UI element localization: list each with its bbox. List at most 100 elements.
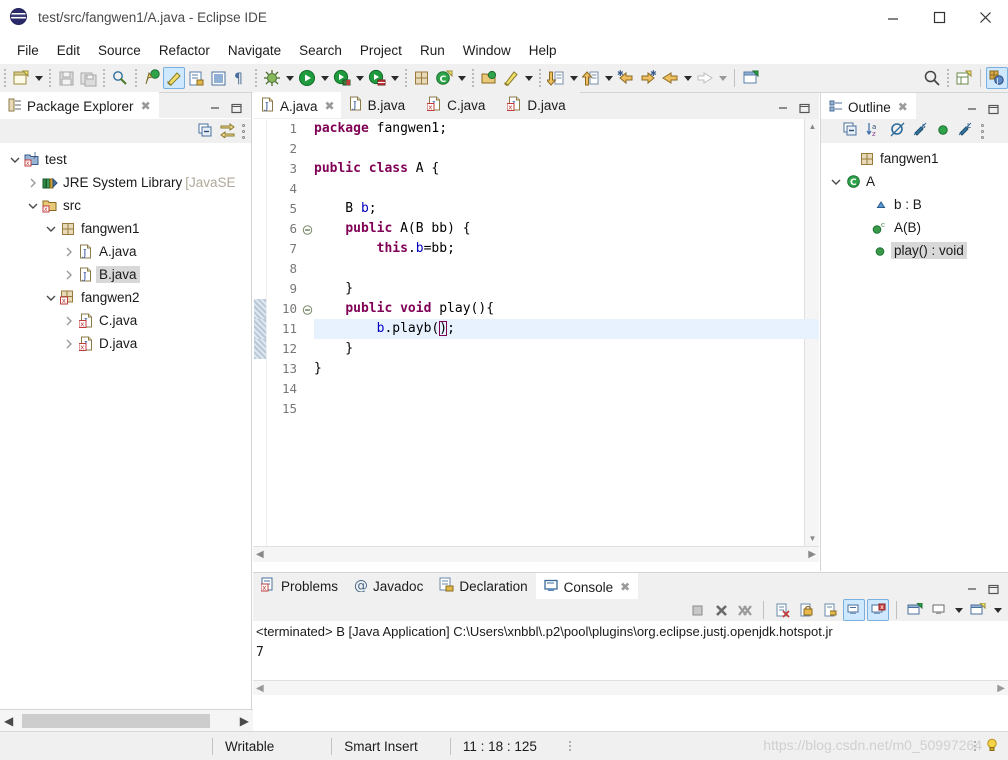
code-line[interactable] xyxy=(314,259,819,279)
minimize-icon[interactable] xyxy=(210,103,221,118)
new-java-package-icon[interactable] xyxy=(411,67,433,89)
annotation-ruler[interactable] xyxy=(253,119,267,546)
tree-item-b-java[interactable]: J B.java xyxy=(0,263,251,286)
remove-all-launches-icon[interactable] xyxy=(734,599,756,621)
maximize-button[interactable] xyxy=(916,0,962,36)
console-tab-declaration[interactable]: Declaration xyxy=(431,573,536,599)
forward-icon[interactable] xyxy=(694,67,716,89)
toggle-markup-icon[interactable] xyxy=(163,67,185,89)
next-annotation-dropdown[interactable] xyxy=(567,67,580,89)
editor-tab-b-java[interactable]: J B.java xyxy=(340,92,420,118)
menu-window[interactable]: Window xyxy=(454,40,520,61)
fold-collapse-icon[interactable] xyxy=(301,219,314,239)
back-dropdown[interactable] xyxy=(681,67,694,89)
menu-source[interactable]: Source xyxy=(89,40,150,61)
display-console-dropdown[interactable] xyxy=(952,599,965,621)
tip-of-day-icon[interactable] xyxy=(984,737,1000,756)
console-tab-javadoc[interactable]: @ Javadoc xyxy=(346,573,432,599)
pkg-scroll-left-arrow[interactable]: ◀ xyxy=(4,714,13,728)
block-selection-icon[interactable] xyxy=(207,67,229,89)
editor-horizontal-scrollbar[interactable]: ◀ ▶ xyxy=(253,546,819,562)
open-console-icon[interactable] xyxy=(967,599,989,621)
next-annotation-icon[interactable] xyxy=(545,67,567,89)
console-tab-console[interactable]: Console ✖ xyxy=(535,573,639,599)
editor-tab-close-icon[interactable]: ✖ xyxy=(325,99,335,113)
pin-console-icon[interactable] xyxy=(904,599,926,621)
word-wrap-icon[interactable] xyxy=(819,599,841,621)
minimize-icon[interactable] xyxy=(967,584,978,599)
console-tab-close-icon[interactable]: ✖ xyxy=(620,580,630,594)
show-console-on-output-icon[interactable] xyxy=(843,599,865,621)
tree-item-a-java[interactable]: J A.java xyxy=(0,240,251,263)
minimize-button[interactable] xyxy=(870,0,916,36)
next-edit-location-icon[interactable]: ✱ xyxy=(637,67,659,89)
forward-dropdown[interactable] xyxy=(716,67,729,89)
expand-arrow-closed-icon[interactable] xyxy=(62,316,76,326)
status-more-icon[interactable] xyxy=(568,741,571,751)
expand-arrow-open-icon[interactable] xyxy=(8,155,22,165)
run-icon[interactable] xyxy=(296,67,318,89)
code-line[interactable]: public class A { xyxy=(314,159,819,179)
link-with-editor-icon[interactable] xyxy=(219,122,236,141)
expand-arrow-open-icon[interactable] xyxy=(26,201,40,211)
outline-close-icon[interactable]: ✖ xyxy=(898,100,908,114)
scroll-down-arrow[interactable]: ▼ xyxy=(805,531,819,546)
coverage-dropdown[interactable] xyxy=(388,67,401,89)
collapse-all-icon[interactable] xyxy=(197,122,213,141)
tree-item-d-java[interactable]: JxD.java xyxy=(0,332,251,355)
debug-dropdown[interactable] xyxy=(283,67,296,89)
outline-item-b-b[interactable]: b : B xyxy=(821,193,1008,216)
new-java-class-icon[interactable]: C xyxy=(433,67,455,89)
collapse-all-icon[interactable] xyxy=(843,122,858,140)
maximize-icon[interactable] xyxy=(988,104,1000,119)
console-output[interactable]: <terminated> B [Java Application] C:\Use… xyxy=(253,621,1008,695)
hide-local-types-icon[interactable]: L xyxy=(958,122,973,140)
open-console-dropdown[interactable] xyxy=(991,599,1004,621)
pin-icon[interactable] xyxy=(109,67,131,89)
expand-arrow-open-icon[interactable] xyxy=(44,293,58,303)
clear-console-icon[interactable] xyxy=(771,599,793,621)
console-scroll-left-arrow[interactable]: ◀ xyxy=(256,683,264,694)
hide-static-icon[interactable]: s xyxy=(913,122,928,140)
quick-fix-icon[interactable] xyxy=(141,67,163,89)
menu-refactor[interactable]: Refactor xyxy=(150,40,219,61)
package-explorer-close-icon[interactable]: ✖ xyxy=(141,99,151,113)
console-scroll-right-arrow[interactable]: ▶ xyxy=(997,683,1005,694)
code-line[interactable]: } xyxy=(314,359,819,379)
pkg-scroll-thumb[interactable] xyxy=(22,714,210,728)
code-line[interactable]: } xyxy=(314,279,819,299)
minimize-icon[interactable] xyxy=(778,103,789,118)
terminate-icon[interactable] xyxy=(686,599,708,621)
menu-project[interactable]: Project xyxy=(351,40,411,61)
menu-edit[interactable]: Edit xyxy=(48,40,89,61)
search-ref-icon[interactable] xyxy=(500,67,522,89)
open-type-icon[interactable] xyxy=(478,67,500,89)
code-line[interactable] xyxy=(314,139,819,159)
expand-arrow-closed-icon[interactable] xyxy=(62,247,76,257)
code-line[interactable]: package fangwen1; xyxy=(314,119,819,139)
console-tab-problems[interactable]: x Problems xyxy=(253,573,347,599)
code-line[interactable]: B b; xyxy=(314,199,819,219)
editor-tab-d-java[interactable]: Jx D.java xyxy=(499,92,580,118)
occurrence-marker[interactable] xyxy=(254,299,266,319)
back-icon[interactable] xyxy=(659,67,681,89)
tab-package-explorer[interactable]: Package Explorer ✖ xyxy=(0,92,159,118)
folding-ruler[interactable] xyxy=(301,119,314,546)
menu-run[interactable]: Run xyxy=(411,40,454,61)
scroll-lock-icon[interactable] xyxy=(795,599,817,621)
code-line[interactable]: public void play(){ xyxy=(314,299,819,319)
code-line[interactable] xyxy=(314,399,819,419)
new-class-dropdown[interactable] xyxy=(455,67,468,89)
last-edit-location-icon[interactable]: ✱ xyxy=(615,67,637,89)
view-menu-icon[interactable] xyxy=(981,123,984,139)
menu-file[interactable]: File xyxy=(8,40,48,61)
code-line[interactable]: } xyxy=(314,339,819,359)
java-perspective-icon[interactable]: J xyxy=(986,67,1008,89)
new-window-icon[interactable] xyxy=(740,67,762,89)
expand-arrow-closed-icon[interactable] xyxy=(62,270,76,280)
code-line[interactable] xyxy=(314,179,819,199)
tree-item-c-java[interactable]: JxC.java xyxy=(0,309,251,332)
open-perspective-icon[interactable] xyxy=(953,67,975,89)
outline-item-a[interactable]: CA xyxy=(821,170,1008,193)
remove-launch-icon[interactable] xyxy=(710,599,732,621)
